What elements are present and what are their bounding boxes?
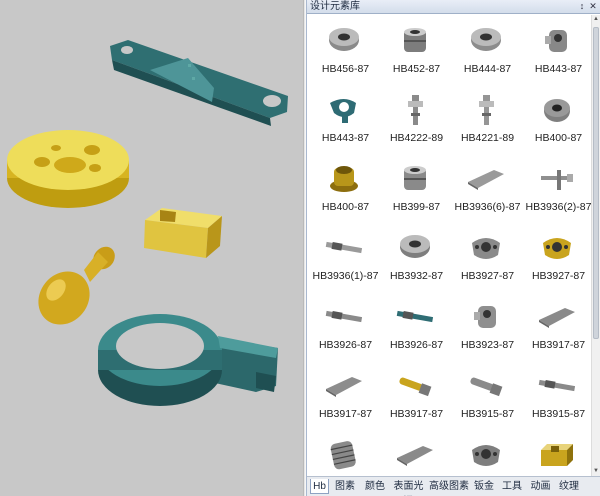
rod-end-icon xyxy=(326,377,362,397)
bearing-icon xyxy=(404,166,426,190)
library-item-label: HB3917-87 xyxy=(531,339,586,351)
library-item[interactable]: HB394-87 xyxy=(452,433,523,476)
tab-2[interactable]: 颜色 xyxy=(362,479,388,494)
library-item[interactable]: HB394-87 xyxy=(523,433,591,476)
pin-icon[interactable]: ↕ xyxy=(577,1,587,12)
gold-block-part[interactable] xyxy=(144,208,222,258)
rod-end-icon xyxy=(539,308,575,328)
library-item[interactable]: HB3936(2)-87 xyxy=(523,157,591,226)
library-item[interactable]: HB3932-87 xyxy=(381,226,452,295)
library-item[interactable]: HB3936(6)-87 xyxy=(452,157,523,226)
scroll-down-icon[interactable]: ▼ xyxy=(592,467,600,476)
rod-icon xyxy=(325,241,363,254)
3d-viewport[interactable] xyxy=(0,0,303,496)
element-grid: HB456-87 HB452-87 HB444-87 HB443-87 HB443-87… xyxy=(307,15,591,476)
scroll-thumb[interactable] xyxy=(593,27,599,339)
library-item[interactable]: HB3927-87 xyxy=(452,226,523,295)
rod-icon xyxy=(396,310,434,323)
panel-title: 设计元素库 xyxy=(310,1,360,12)
tab-4[interactable]: 高级图素 xyxy=(429,479,469,494)
bushing-icon xyxy=(329,28,359,51)
library-item[interactable]: HB3917-87 xyxy=(310,364,381,433)
clevis-icon xyxy=(545,30,567,52)
rod-icon xyxy=(325,310,363,323)
library-item[interactable]: HB4222-89 xyxy=(381,88,452,157)
library-item[interactable]: HB3914-87 xyxy=(310,433,381,476)
tab-0[interactable]: Hb xyxy=(310,479,329,494)
library-item[interactable]: HB3917-87 xyxy=(381,364,452,433)
tab-1[interactable]: 图素 xyxy=(332,479,358,494)
library-item[interactable]: HB444-87 xyxy=(452,19,523,88)
tab-3[interactable]: 表面光泽 xyxy=(390,479,427,494)
pin-icon xyxy=(541,170,573,190)
tab-7[interactable]: 动画 xyxy=(527,479,554,494)
block-icon xyxy=(541,444,573,466)
teal-bracket-part[interactable] xyxy=(110,40,288,126)
library-item[interactable]: HB3923-87 xyxy=(452,295,523,364)
tab-8[interactable]: 纹理 xyxy=(556,479,582,494)
library-item-label: HB443-87 xyxy=(534,63,583,75)
teal-ring-part[interactable] xyxy=(98,314,278,406)
gold-pin-part[interactable] xyxy=(28,242,119,334)
design-library-panel: 设计元素库 ↕ ✕ HB456-87 HB452-87 HB444-87 HB443-… xyxy=(306,0,600,496)
valve-icon xyxy=(479,95,494,125)
viewport-scene xyxy=(7,40,288,406)
close-icon[interactable]: ✕ xyxy=(588,1,598,12)
bushing-icon xyxy=(400,235,430,258)
library-item[interactable]: HB3936(1)-87 xyxy=(310,226,381,295)
library-item-label: HB3936(2)-87 xyxy=(525,201,591,213)
library-item[interactable]: HB443-87 xyxy=(523,19,591,88)
clamp-icon xyxy=(543,238,571,259)
library-item[interactable]: HB456-87 xyxy=(310,19,381,88)
library-item[interactable]: HB452-87 xyxy=(381,19,452,88)
tab-5[interactable]: 钣金 xyxy=(471,479,497,494)
rod-end-icon xyxy=(397,446,433,466)
bolt-icon xyxy=(470,377,503,397)
library-item[interactable]: HB3926-87 xyxy=(310,295,381,364)
library-item[interactable]: HB3917-87 xyxy=(523,295,591,364)
library-item[interactable]: HB400-87 xyxy=(310,157,381,226)
panel-header: 设计元素库 ↕ ✕ xyxy=(307,0,600,14)
rod-end-icon xyxy=(468,170,504,190)
library-item[interactable]: HB3927-87 xyxy=(523,226,591,295)
library-tab-bar: Hb图素颜色表面光泽高级图素钣金工具动画纹理 xyxy=(307,476,600,496)
library-item-label: HB3927-87 xyxy=(531,270,586,282)
valve-icon xyxy=(408,95,423,125)
clamp-icon xyxy=(472,445,500,466)
library-item[interactable]: HB3915-87 xyxy=(523,364,591,433)
library-item[interactable]: HB400-87 xyxy=(523,88,591,157)
bearing-icon xyxy=(404,28,426,52)
scroll-up-icon[interactable]: ▲ xyxy=(592,15,600,24)
library-item[interactable]: HB3926-87 xyxy=(381,295,452,364)
clevis-icon xyxy=(474,306,496,328)
spring-icon xyxy=(330,441,356,470)
bolt-icon xyxy=(399,377,432,397)
bushing-icon xyxy=(471,28,501,51)
tab-6[interactable]: 工具 xyxy=(499,479,525,494)
library-item[interactable]: HB3914-87 xyxy=(381,433,452,476)
library-item[interactable]: HB399-87 xyxy=(381,157,452,226)
library-item-label: HB3915-87 xyxy=(531,408,586,420)
rod-icon xyxy=(538,379,576,392)
clamp-icon xyxy=(472,238,500,259)
library-item-label: HB400-87 xyxy=(534,132,583,144)
nut-icon xyxy=(544,99,570,122)
library-item[interactable]: HB443-87 xyxy=(310,88,381,157)
gold-disk-part[interactable] xyxy=(7,130,129,208)
flange-nut-icon xyxy=(330,166,358,192)
bracket-icon xyxy=(330,99,356,123)
library-item[interactable]: HB4221-89 xyxy=(452,88,523,157)
library-item[interactable]: HB3915-87 xyxy=(452,364,523,433)
vertical-scrollbar[interactable]: ▲ ▼ xyxy=(591,15,600,476)
